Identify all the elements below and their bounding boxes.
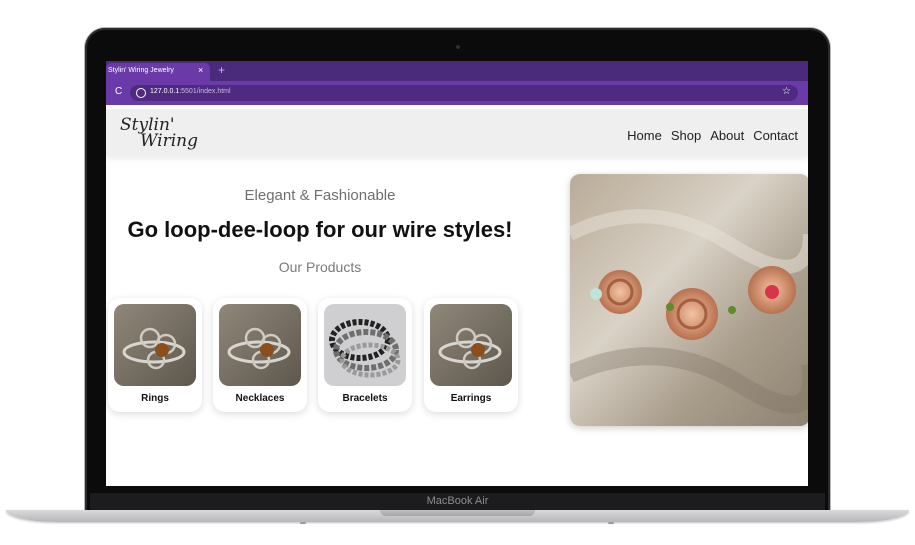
close-tab-icon[interactable]: × bbox=[198, 65, 203, 75]
reload-icon[interactable]: C bbox=[115, 86, 122, 97]
product-card-rings[interactable]: Rings bbox=[108, 298, 202, 412]
laptop-bottom-bezel: MacBook Air bbox=[90, 493, 825, 511]
necklace-product-image bbox=[219, 304, 301, 386]
main-nav: Home Shop About Contact bbox=[627, 128, 798, 143]
browser-tab-bar: Stylin' Wiring Jewelry × + bbox=[106, 61, 808, 81]
product-label: Rings bbox=[141, 393, 169, 404]
url-text: 127.0.0.1:5501/index.html bbox=[150, 88, 231, 95]
nav-shop[interactable]: Shop bbox=[671, 128, 701, 143]
hero-headline: Go loop-dee-loop for our wire styles! bbox=[127, 217, 513, 242]
hero-tagline: Elegant & Fashionable bbox=[244, 187, 396, 204]
site-logo[interactable]: Stylin' Wiring bbox=[116, 115, 206, 155]
product-label: Bracelets bbox=[342, 393, 388, 404]
laptop-opening-notch bbox=[380, 510, 535, 516]
product-label: Necklaces bbox=[235, 393, 285, 404]
address-bar[interactable]: 127.0.0.1:5501/index.html ☆ bbox=[130, 85, 798, 101]
bracelet-product-image bbox=[324, 304, 406, 386]
nav-home[interactable]: Home bbox=[627, 128, 662, 143]
nav-about[interactable]: About bbox=[710, 128, 744, 143]
earring-product-image bbox=[430, 304, 512, 386]
logo-line-2: Wiring bbox=[140, 131, 199, 151]
browser-tab[interactable]: Stylin' Wiring Jewelry × bbox=[106, 63, 210, 81]
laptop-foot bbox=[300, 522, 306, 524]
device-label: MacBook Air bbox=[426, 495, 489, 507]
browser-toolbar: C 127.0.0.1:5501/index.html ☆ bbox=[106, 81, 808, 105]
site-info-icon[interactable] bbox=[136, 88, 146, 98]
webcam bbox=[456, 45, 460, 49]
product-card-earrings[interactable]: Earrings bbox=[424, 298, 518, 412]
nav-contact[interactable]: Contact bbox=[753, 128, 798, 143]
products-heading: Our Products bbox=[278, 259, 362, 275]
url-path: :5501/index.html bbox=[179, 88, 231, 95]
laptop-foot bbox=[608, 522, 614, 524]
bookmark-star-icon[interactable]: ☆ bbox=[782, 86, 791, 97]
tab-title: Stylin' Wiring Jewelry bbox=[108, 67, 174, 74]
laptop-screen: Stylin' Wiring Jewelry × + C 127.0.0.1:5… bbox=[106, 61, 808, 486]
site-header: Stylin' Wiring Home Shop About Contact bbox=[106, 109, 808, 156]
url-host: 127.0.0.1 bbox=[150, 88, 180, 95]
new-tab-icon[interactable]: + bbox=[218, 63, 225, 77]
product-label: Earrings bbox=[450, 393, 492, 404]
ring-product-image bbox=[114, 304, 196, 386]
product-card-necklaces[interactable]: Necklaces bbox=[213, 298, 307, 412]
hero-rings-photo bbox=[570, 174, 808, 426]
product-card-bracelets[interactable]: Bracelets bbox=[318, 298, 412, 412]
